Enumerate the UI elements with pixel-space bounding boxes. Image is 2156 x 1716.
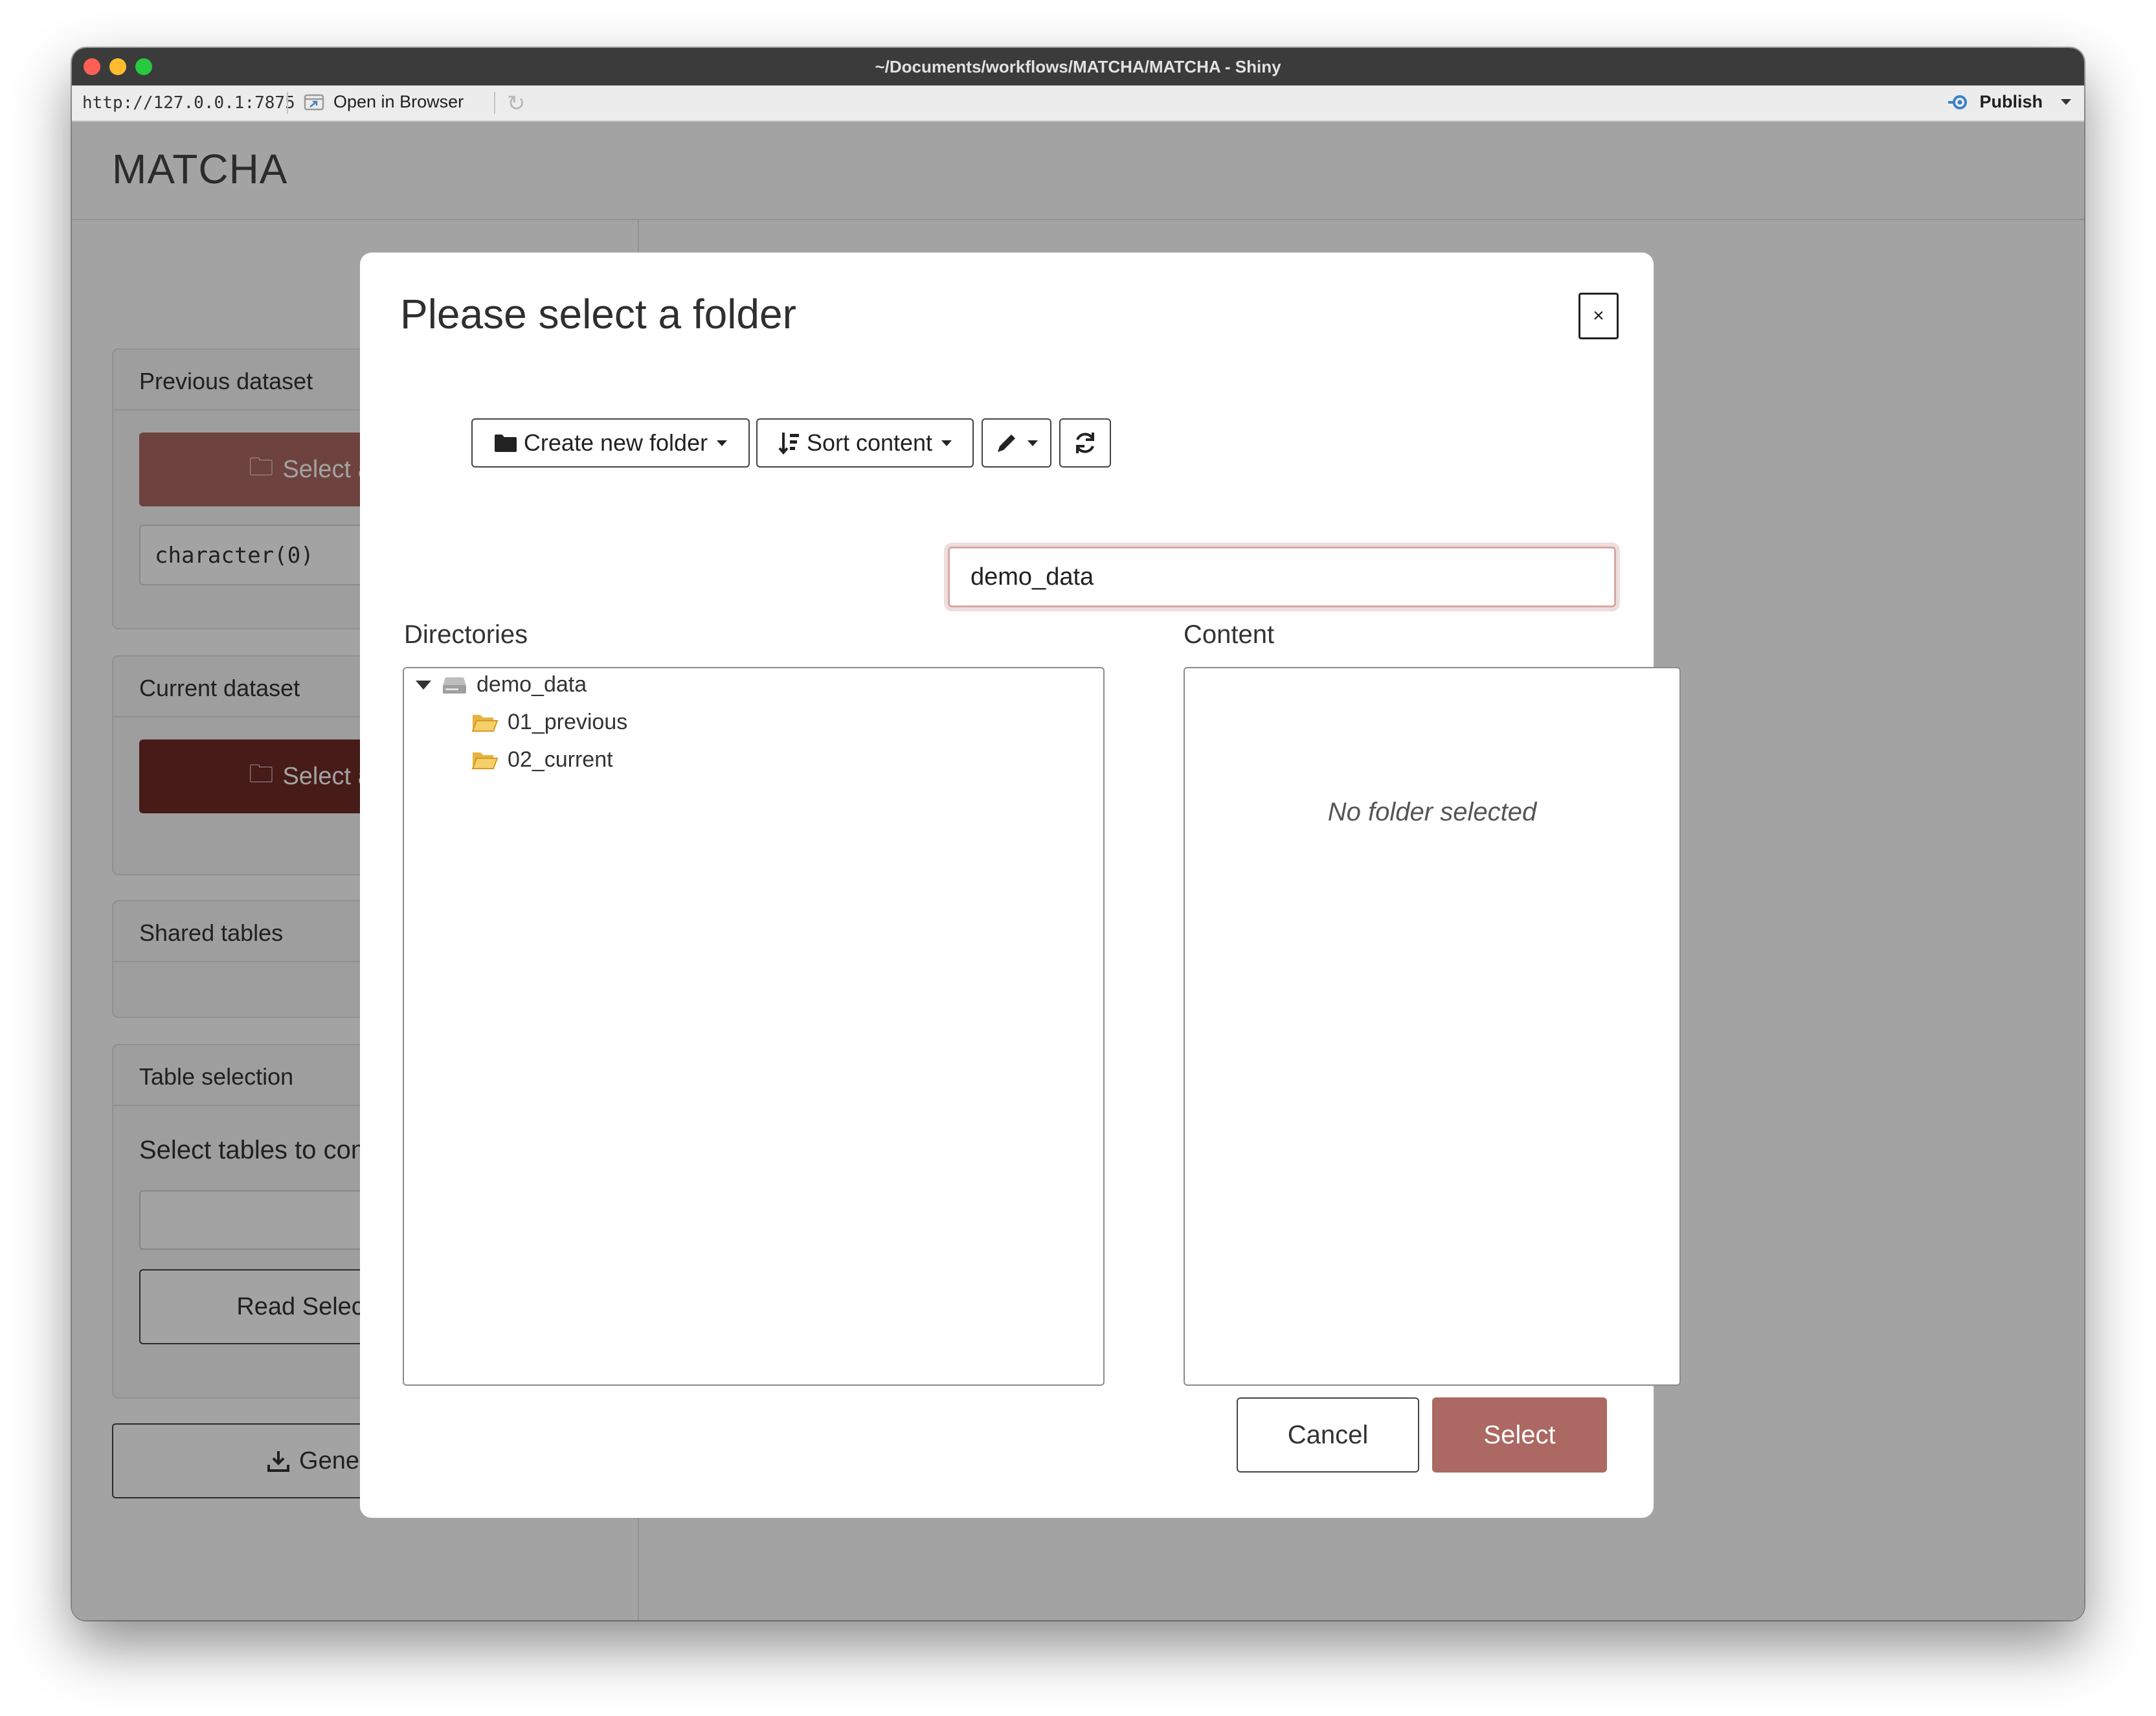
refresh-icon [1076, 433, 1094, 453]
publish-icon [1948, 95, 1968, 109]
traffic-lights [84, 58, 152, 75]
caret-down-icon[interactable] [414, 679, 432, 692]
button-label: Create new folder [523, 429, 708, 456]
toolbar-divider [494, 92, 495, 114]
chevron-down-icon [717, 440, 728, 446]
refresh-button[interactable] [1059, 418, 1111, 468]
url-text[interactable]: http://127.0.0.1:7875 [82, 93, 295, 113]
edit-dropdown-button[interactable] [982, 418, 1051, 468]
sort-icon [778, 433, 799, 455]
button-label: Select [1483, 1420, 1556, 1449]
chevron-down-icon [1027, 440, 1038, 446]
chevron-down-icon [941, 440, 952, 446]
folder-open-icon [471, 752, 499, 769]
directories-panel: demo_data 01_previous 02_current [403, 667, 1105, 1386]
chevron-down-icon[interactable] [2061, 99, 2071, 105]
refresh-icon[interactable]: ↻ [507, 91, 526, 117]
viewer-toolbar: http://127.0.0.1:7875 Open in Browser ↻ … [72, 85, 2084, 122]
select-folder-modal: Please select a folder × Create new fold… [360, 253, 1681, 1518]
tree-item-01-previous[interactable]: 01_previous [471, 710, 627, 735]
close-icon: × [1593, 305, 1604, 326]
open-in-browser-label: Open in Browser [333, 92, 464, 111]
input-value: demo_data [971, 563, 1094, 591]
tree-item-02-current[interactable]: 02_current [471, 747, 613, 773]
folder-name-input[interactable]: demo_data [948, 547, 1616, 607]
create-new-folder-button[interactable]: Create new folder [471, 418, 750, 468]
tree-item-label: 02_current [508, 747, 613, 772]
open-in-browser-icon [304, 94, 324, 110]
window-title: ~/Documents/workflows/MATCHA/MATCHA - Sh… [875, 56, 1281, 76]
zoom-window-button[interactable] [135, 58, 152, 75]
window-titlebar: ~/Documents/workflows/MATCHA/MATCHA - Sh… [72, 48, 2084, 85]
empty-content-message: No folder selected [1327, 798, 1537, 826]
folder-icon [494, 435, 517, 452]
content-panel: No folder selected [1184, 667, 1681, 1386]
cancel-button[interactable]: Cancel [1237, 1397, 1419, 1473]
open-in-browser-button[interactable]: Open in Browser [304, 92, 464, 112]
close-window-button[interactable] [84, 58, 100, 75]
sort-content-button[interactable]: Sort content [756, 418, 974, 468]
modal-title: Please select a folder [400, 291, 796, 337]
tree-item-label: 01_previous [508, 710, 628, 734]
select-button[interactable]: Select [1432, 1397, 1607, 1473]
publish-label: Publish [1979, 92, 2043, 111]
button-label: Cancel [1287, 1420, 1369, 1449]
tree-root-label: demo_data [477, 672, 587, 697]
tree-root-row[interactable]: demo_data [414, 672, 587, 697]
publish-button[interactable]: Publish [1947, 92, 2071, 112]
button-label: Sort content [806, 429, 933, 456]
pencil-icon [998, 435, 1015, 452]
directories-label: Directories [404, 620, 528, 649]
folder-open-icon [471, 714, 499, 732]
minimize-window-button[interactable] [109, 58, 126, 75]
content-label: Content [1184, 620, 1275, 649]
toolbar-divider [287, 92, 288, 114]
drive-icon [443, 677, 466, 694]
close-modal-button[interactable]: × [1578, 293, 1619, 339]
